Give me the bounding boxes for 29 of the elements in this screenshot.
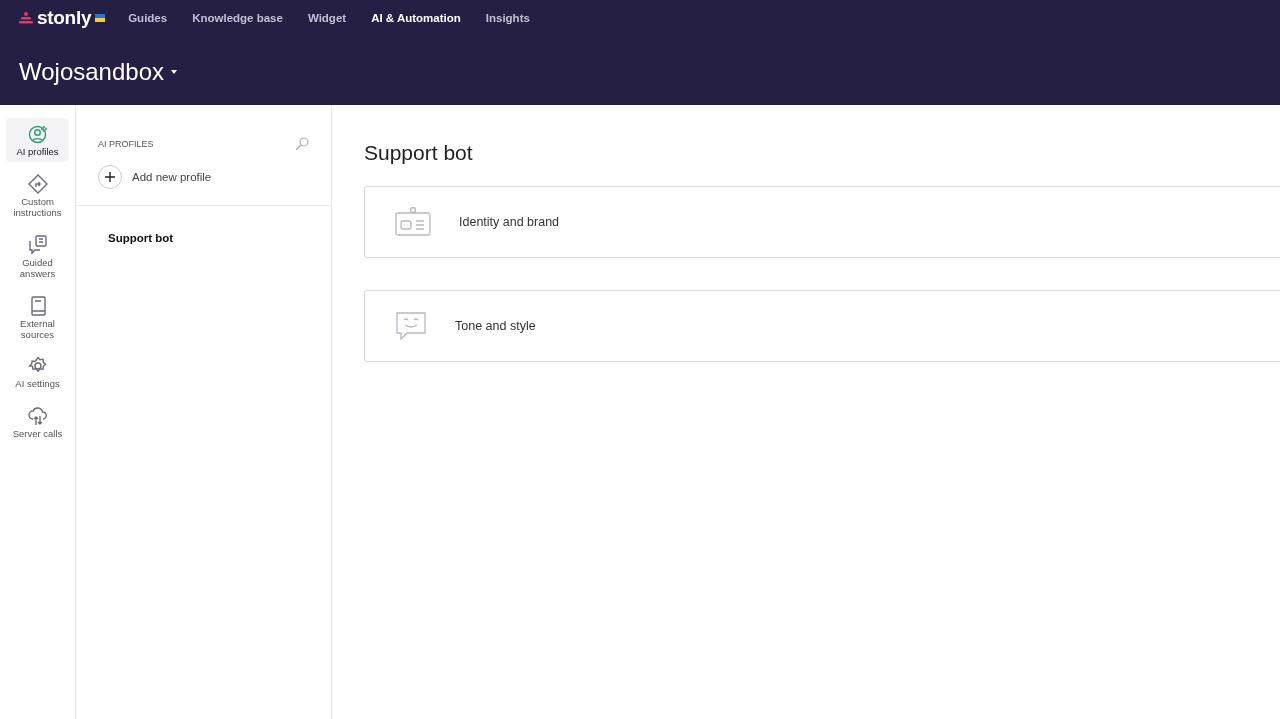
chat-note-icon	[27, 234, 48, 255]
nav-tab[interactable]: Guides	[128, 12, 168, 24]
id-badge-icon	[395, 207, 431, 237]
direction-sign-icon	[27, 173, 48, 194]
sidebar-item[interactable]: External sources	[6, 289, 69, 345]
sidebar-item[interactable]: Server calls	[6, 400, 69, 445]
user-sparkle-icon	[27, 124, 48, 144]
cloud-transfer-icon	[27, 406, 48, 427]
nav-tab[interactable]: Insights	[485, 12, 530, 24]
nav-tab[interactable]: Knowledge base	[192, 12, 283, 24]
sidebar-item[interactable]: Guided answers	[6, 228, 69, 284]
brand-name[interactable]: stonly	[37, 7, 92, 29]
add-profile-button[interactable]: Add new profile	[76, 151, 331, 206]
logo-icon	[19, 12, 33, 24]
page-title: Support bot	[364, 141, 474, 165]
sidebar-item[interactable]: AI profiles	[6, 118, 69, 162]
caret-icon[interactable]	[171, 70, 177, 74]
settings-card[interactable]: Identity and brand	[364, 186, 1280, 258]
nav-tab[interactable]: AI & Automation	[371, 12, 461, 24]
flag-icon	[95, 14, 106, 22]
profile-item[interactable]: Support bot	[108, 232, 174, 244]
sidebar-item[interactable]: Custom instructions	[6, 167, 69, 223]
plus-icon	[104, 171, 116, 183]
workspace-title[interactable]: Wojosandbox	[19, 58, 164, 86]
nav-tab[interactable]: Widget	[307, 12, 347, 24]
sidebar-item[interactable]: AI settings	[6, 350, 69, 395]
settings-card[interactable]: Tone and style	[364, 290, 1280, 362]
smile-chat-icon	[395, 311, 427, 341]
section-heading: AI PROFILES	[98, 139, 154, 149]
